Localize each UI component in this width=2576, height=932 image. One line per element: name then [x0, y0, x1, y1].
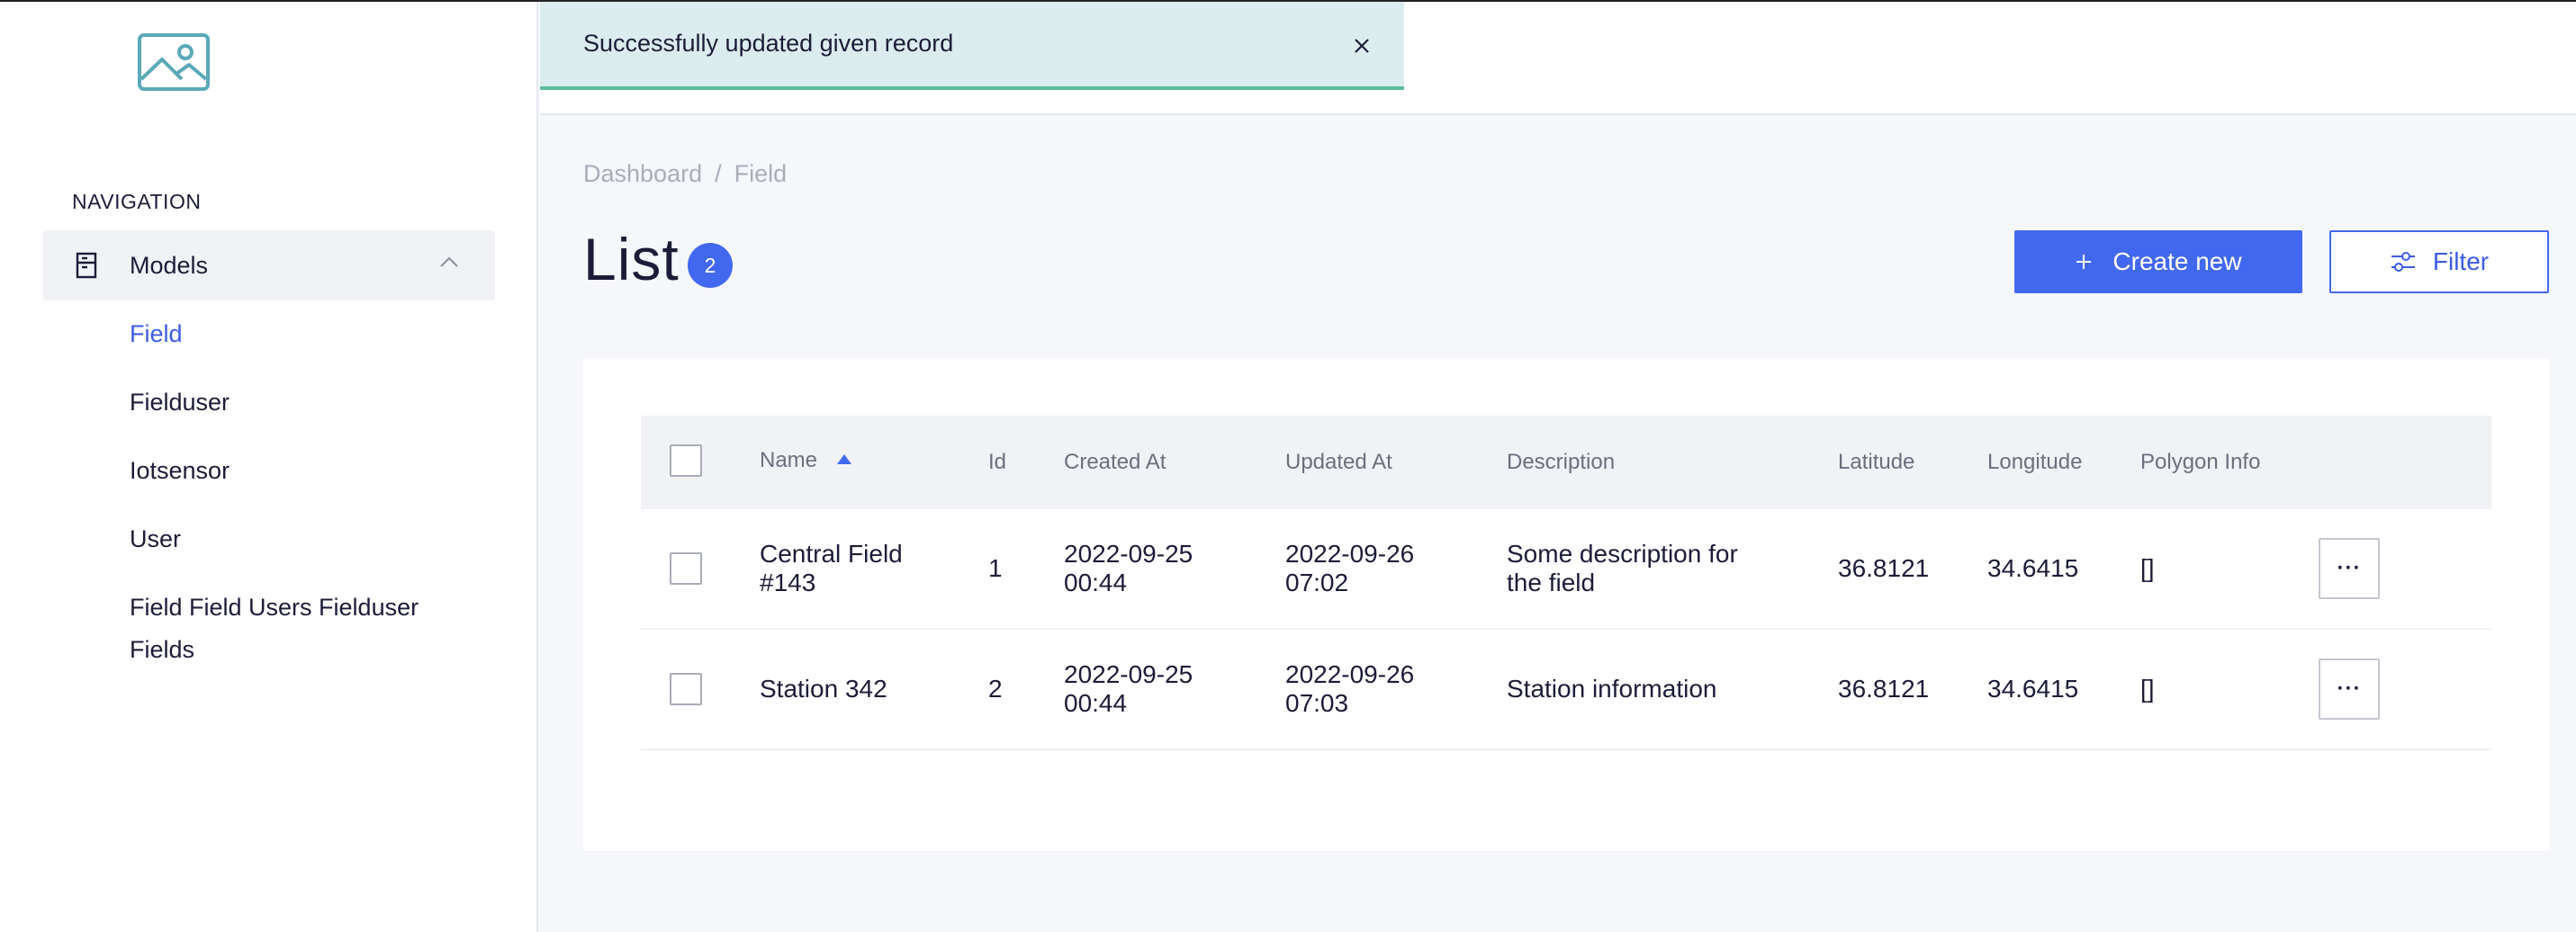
- cell-polygon-info: []: [2140, 675, 2155, 703]
- cell-description-line2: the field: [1507, 569, 1596, 596]
- cell-name-line2: #143: [760, 569, 816, 596]
- cell-created-at: 2022-09-25 00:44: [1064, 540, 1193, 597]
- nav-group-label: Models: [130, 252, 209, 279]
- table-header: Name Id Created At Updated At Descriptio…: [641, 416, 2491, 509]
- chevron-up-icon[interactable]: [439, 255, 459, 268]
- column-header-updated-at[interactable]: Updated At: [1285, 450, 1392, 475]
- cell-created-date: 2022-09-25: [1064, 540, 1193, 568]
- cell-description: Some description for the field: [1507, 540, 1738, 597]
- filter-button[interactable]: Filter: [2329, 230, 2549, 293]
- cell-created-time: 00:44: [1064, 569, 1128, 596]
- cell-polygon-info: []: [2140, 554, 2155, 582]
- database-icon: [76, 252, 97, 279]
- nav-group-models[interactable]: Models: [43, 230, 495, 300]
- close-icon[interactable]: [1352, 36, 1372, 56]
- sliders-icon: [2391, 252, 2415, 272]
- column-header-description[interactable]: Description: [1507, 450, 1615, 475]
- plus-icon: [2076, 255, 2092, 269]
- sidebar-item-iotsensor[interactable]: Iotsensor: [130, 450, 454, 492]
- breadcrumb-dashboard[interactable]: Dashboard: [583, 160, 702, 188]
- breadcrumb-field[interactable]: Field: [734, 160, 788, 188]
- cell-name: Central Field #143: [760, 540, 903, 597]
- cell-latitude: 36.8121: [1838, 675, 1930, 703]
- table-row[interactable]: Station 342 2 2022-09-25 00:44 2022-09-2…: [641, 630, 2491, 750]
- column-header-latitude[interactable]: Latitude: [1838, 450, 1914, 475]
- column-header-id[interactable]: Id: [988, 450, 1006, 475]
- column-header-created-at[interactable]: Created At: [1064, 450, 1166, 475]
- cell-updated-date: 2022-09-26: [1285, 540, 1415, 568]
- cell-name-line1: Central Field: [760, 540, 903, 568]
- cell-created-date: 2022-09-25: [1064, 660, 1193, 688]
- page-title: List: [583, 226, 680, 292]
- create-new-label: Create new: [2112, 247, 2242, 275]
- window-top-border: [0, 0, 2576, 2]
- sort-ascending-icon[interactable]: [837, 454, 851, 464]
- select-all-checkbox[interactable]: [670, 444, 702, 477]
- image-placeholder-icon[interactable]: [137, 32, 211, 92]
- cell-updated-time: 07:02: [1285, 569, 1349, 596]
- column-header-polygon-info[interactable]: Polygon Info: [2140, 450, 2260, 475]
- cell-longitude: 34.6415: [1987, 554, 2079, 582]
- cell-name: Station 342: [760, 675, 887, 703]
- column-header-longitude[interactable]: Longitude: [1987, 450, 2082, 475]
- cell-description: Station information: [1507, 675, 1717, 703]
- sidebar-item-fielduser[interactable]: Fielduser: [130, 381, 454, 424]
- cell-created-time: 00:44: [1064, 689, 1128, 717]
- sidebar: NAVIGATION Models Field Fielduser Iotsen…: [0, 0, 538, 932]
- record-count-badge: 2: [688, 243, 733, 288]
- cell-updated-at: 2022-09-26 07:03: [1285, 660, 1414, 718]
- cell-description-line1: Some description for: [1507, 540, 1738, 568]
- row-select-checkbox[interactable]: [670, 673, 702, 705]
- cell-latitude: 36.8121: [1838, 554, 1930, 582]
- cell-updated-time: 07:03: [1285, 689, 1349, 717]
- sidebar-item-field-field-users-fielduser-fields[interactable]: Field Field Users Fielduser Fields: [130, 587, 472, 671]
- cell-updated-date: 2022-09-26: [1285, 660, 1415, 688]
- row-actions-button[interactable]: ···: [2319, 659, 2380, 720]
- row-select-checkbox[interactable]: [670, 552, 702, 585]
- success-toast: Successfully updated given record: [540, 2, 1404, 90]
- filter-label: Filter: [2432, 247, 2490, 275]
- cell-updated-at: 2022-09-26 07:02: [1285, 540, 1414, 597]
- row-actions-button[interactable]: ···: [2319, 538, 2380, 599]
- cell-created-at: 2022-09-25 00:44: [1064, 660, 1193, 718]
- column-header-name[interactable]: Name: [760, 448, 817, 473]
- cell-id: 1: [988, 554, 1003, 582]
- toast-message: Successfully updated given record: [583, 30, 954, 57]
- breadcrumb: Dashboard / Field: [583, 160, 787, 188]
- breadcrumb-separator: /: [715, 160, 722, 187]
- cell-id: 2: [988, 675, 1003, 703]
- navigation-title: NAVIGATION: [72, 190, 202, 213]
- create-new-button[interactable]: Create new: [2014, 230, 2302, 293]
- table-row[interactable]: Central Field #143 1 2022-09-25 00:44 20…: [641, 509, 2491, 630]
- cell-longitude: 34.6415: [1987, 675, 2079, 703]
- sidebar-item-field[interactable]: Field: [130, 313, 454, 355]
- sidebar-item-user[interactable]: User: [130, 518, 454, 560]
